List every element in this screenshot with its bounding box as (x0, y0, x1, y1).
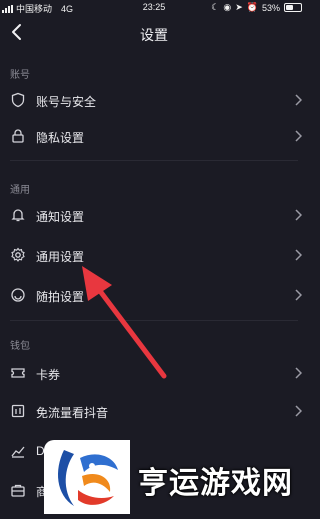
section-label-general: 通用 (10, 185, 30, 196)
settings-item-label: 通知设置 (36, 210, 85, 224)
lock-rotation-icon: ◉ (223, 2, 232, 12)
chevron-right-icon (295, 94, 302, 106)
lock-icon (12, 129, 24, 143)
settings-item-free-data[interactable]: 免流量看抖音 (0, 393, 308, 429)
settings-item-coupons[interactable]: 卡券 (0, 355, 308, 391)
settings-item-label: 免流量看抖音 (36, 406, 109, 420)
watermark-logo (44, 440, 130, 514)
bell-icon (11, 209, 25, 222)
nav-bar: 设置 (0, 16, 308, 50)
location-icon: ➤ (235, 2, 243, 12)
moon-icon: ☾ (211, 2, 220, 12)
chevron-right-icon (295, 405, 302, 417)
chevron-right-icon (295, 249, 302, 261)
chevron-right-icon (295, 209, 302, 221)
settings-item-snapshot[interactable]: 随拍设置 (0, 277, 308, 313)
settings-item-label: 隐私设置 (36, 131, 85, 145)
shop-icon (11, 484, 25, 497)
settings-item-notifications[interactable]: 通知设置 (0, 197, 308, 233)
settings-item-privacy[interactable]: 隐私设置 (0, 118, 308, 154)
settings-item-general[interactable]: 通用设置 (0, 237, 308, 273)
gear-icon (11, 247, 25, 262)
shield-icon (11, 92, 25, 108)
settings-item-label: 卡券 (36, 368, 61, 382)
chart-icon (11, 446, 25, 458)
page-title: 设置 (140, 27, 168, 43)
section-label-wallet: 钱包 (10, 341, 30, 352)
ticket-icon (11, 368, 25, 378)
section-divider (10, 320, 298, 321)
status-bar: 中国移动 4G 23:25 ☾ ◉ ➤ ⏰ 53% (0, 0, 308, 16)
settings-item-account-security[interactable]: 账号与安全 (0, 82, 308, 118)
chevron-right-icon (295, 289, 302, 301)
battery-text: 53% (261, 2, 280, 13)
camera-icon (11, 288, 25, 302)
alarm-icon: ⏰ (246, 2, 258, 12)
section-label-account: 账号 (10, 70, 30, 81)
data-icon (11, 404, 25, 418)
section-divider (10, 160, 298, 161)
chevron-right-icon (295, 367, 302, 379)
chevron-right-icon (295, 130, 302, 142)
settings-item-label: 通用设置 (36, 250, 85, 264)
battery-icon (284, 3, 302, 12)
settings-item-label: 随拍设置 (36, 290, 85, 304)
watermark: 亨运游戏网 (44, 440, 308, 514)
watermark-text: 亨运游戏网 (138, 466, 293, 501)
settings-item-label: 账号与安全 (36, 95, 97, 109)
